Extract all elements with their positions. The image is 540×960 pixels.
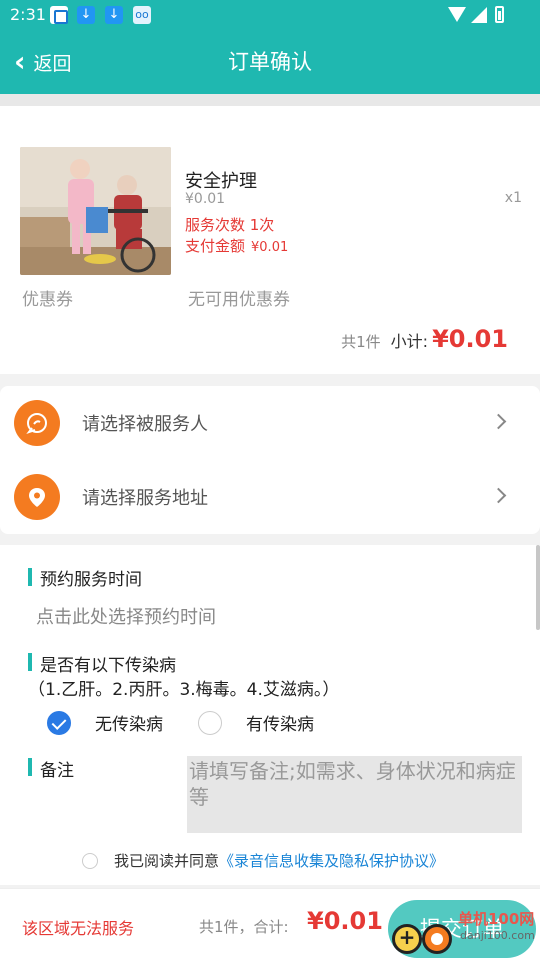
privacy-agreement-link[interactable]: 《录音信息收集及隐私保护协议》 <box>219 850 444 871</box>
disease-list: （1.乙肝。2.丙肝。3.梅毒。4.艾滋病。） <box>28 680 340 700</box>
agree-text: 我已阅读并同意 <box>114 852 220 870</box>
disease-title: 是否有以下传染病 <box>40 656 176 676</box>
status-bar: 2:31 ↓ ↓ oo <box>0 0 540 30</box>
signal-icon <box>471 7 487 23</box>
page-title: 订单确认 <box>228 50 312 74</box>
product-price: ¥0.01 <box>185 191 226 207</box>
section-divider <box>0 94 540 106</box>
section-marker <box>28 758 32 776</box>
region-warning: 该区域无法服务 <box>22 919 135 938</box>
radio-no-disease[interactable]: 无传染病 <box>47 710 163 735</box>
remark-title: 备注 <box>40 761 74 781</box>
product-card: 安全护理 ¥0.01 x1 服务次数 1次 支付金额 ¥0.01 优惠券 无可用优… <box>0 106 540 374</box>
bottom-bar: 该区域无法服务 共1件，合计: ¥0.01 提交订单 单机100网 danji1… <box>0 888 540 960</box>
coupon-label: 优惠券 <box>22 290 73 310</box>
glasses-icon: oo <box>133 6 151 24</box>
remark-input[interactable]: 请填写备注;如需求、身体状况和病症等 <box>187 756 522 833</box>
radio-no-disease-label: 无传染病 <box>95 715 163 735</box>
select-recipient-label: 请选择被服务人 <box>82 414 208 435</box>
watermark-logo-icon <box>392 924 422 954</box>
product-image <box>20 147 171 275</box>
product-quantity: x1 <box>504 190 522 206</box>
radio-checked-icon <box>47 710 71 735</box>
select-address-label: 请选择服务地址 <box>82 488 208 509</box>
app-icon <box>50 6 68 24</box>
service-count: 服务次数 1次 <box>185 216 275 234</box>
subtotal-label: 小计: <box>390 332 429 351</box>
pay-amount: 支付金额 ¥0.01 <box>185 235 288 256</box>
pay-amount-value: ¥0.01 <box>251 240 289 255</box>
total-count: 共1件，合计: <box>199 918 289 936</box>
chevron-right-icon <box>490 487 507 504</box>
total-value: ¥0.01 <box>307 907 383 935</box>
radio-unchecked-icon <box>198 710 222 735</box>
status-time: 2:31 <box>10 5 46 24</box>
selection-panel: 请选择被服务人 请选择服务地址 <box>0 386 540 534</box>
scrollbar[interactable] <box>536 545 540 630</box>
nav-bar: ‹ 返回 订单确认 <box>0 30 540 94</box>
watermark-text: 单机100网 <box>458 910 535 928</box>
download-icon: ↓ <box>77 6 95 24</box>
select-address-row[interactable]: 请选择服务地址 <box>0 460 540 534</box>
subtotal: 共1件 小计: ¥0.01 <box>341 325 508 353</box>
subtotal-value: ¥0.01 <box>432 325 508 353</box>
select-recipient-row[interactable]: 请选择被服务人 <box>0 386 540 460</box>
section-marker <box>28 568 32 586</box>
watermark: 单机100网 danji100.com <box>392 910 540 956</box>
coupon-value[interactable]: 无可用优惠券 <box>188 285 290 310</box>
form-panel: 预约服务时间 点击此处选择预约时间 是否有以下传染病 （1.乙肝。2.丙肝。3.… <box>0 545 540 885</box>
radio-has-disease[interactable]: 有传染病 <box>198 710 314 735</box>
product-name: 安全护理 <box>185 171 257 192</box>
download-icon: ↓ <box>105 6 123 24</box>
location-pin-icon <box>14 474 60 520</box>
agreement-row[interactable]: 我已阅读并同意 《录音信息收集及隐私保护协议》 <box>82 850 444 871</box>
section-marker <box>28 653 32 671</box>
appointment-time-picker[interactable]: 点击此处选择预约时间 <box>36 603 216 629</box>
radio-has-disease-label: 有传染病 <box>246 715 314 735</box>
battery-icon <box>495 6 504 23</box>
watermark-url: danji100.com <box>460 929 535 942</box>
pay-amount-label: 支付金额 <box>185 237 246 255</box>
subtotal-count: 共1件 <box>341 333 381 351</box>
wifi-icon <box>448 7 466 22</box>
chevron-right-icon <box>490 413 507 430</box>
watermark-logo-icon <box>422 924 452 954</box>
agree-checkbox[interactable] <box>82 852 98 869</box>
appointment-title: 预约服务时间 <box>40 570 142 590</box>
chat-icon <box>14 400 60 446</box>
